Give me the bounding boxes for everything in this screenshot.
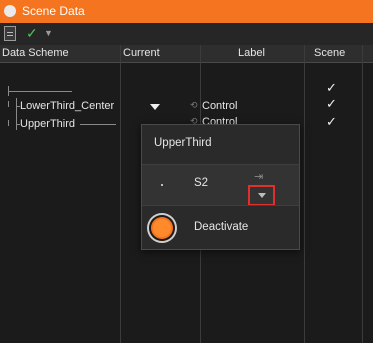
checkmark-icon[interactable]: ✓ [26, 25, 38, 42]
column-divider [120, 45, 121, 343]
scene-check-icon[interactable]: ✓ [326, 114, 337, 130]
column-header-current[interactable]: Current [123, 47, 160, 59]
scene-dropdown-button[interactable] [248, 185, 275, 206]
column-header-data-scheme[interactable]: Data Scheme [2, 47, 69, 59]
caret-down-icon[interactable]: ▼ [44, 28, 53, 38]
window-status-icon [4, 5, 16, 17]
title-bar: Scene Data [0, 0, 373, 23]
assign-icon[interactable]: ⇥ [254, 170, 263, 183]
popup-title: UpperThird [154, 137, 212, 149]
row-label: Control [202, 100, 238, 112]
link-icon: ⟲ [190, 100, 198, 110]
scheme-popup: UpperThird S2 ⇥ Deactivate [141, 124, 300, 250]
toolbar: ✓ ▼ [0, 23, 373, 45]
scene-select-row[interactable]: S2 ⇥ [142, 165, 299, 206]
column-divider [362, 45, 363, 343]
scene-selected-value[interactable]: S2 [194, 177, 208, 189]
table-header: Data Scheme Current Label Scene [0, 45, 373, 63]
tree-connector [8, 91, 72, 92]
window-title: Scene Data [22, 4, 85, 18]
scene-check-icon[interactable]: ✓ [326, 96, 337, 112]
tree-connector [8, 101, 9, 107]
tree-connector [16, 98, 17, 130]
bullet-icon [161, 184, 163, 186]
chevron-down-icon [258, 193, 266, 198]
column-divider [304, 45, 305, 343]
current-dropdown-icon[interactable] [150, 104, 160, 110]
row-scheme-name[interactable]: UpperThird [20, 118, 75, 130]
divider [142, 205, 299, 206]
row-scheme-name[interactable]: LowerThird_Center [20, 100, 114, 112]
tree-connector [8, 120, 9, 126]
deactivate-label[interactable]: Deactivate [194, 221, 248, 233]
document-icon[interactable] [4, 26, 16, 41]
column-header-scene[interactable]: Scene [314, 47, 345, 59]
column-header-label[interactable]: Label [238, 47, 265, 59]
tree-connector [8, 86, 9, 96]
scene-check-icon: ✓ [326, 80, 337, 95]
deactivate-button[interactable] [149, 215, 175, 241]
tree-connector [80, 124, 116, 125]
